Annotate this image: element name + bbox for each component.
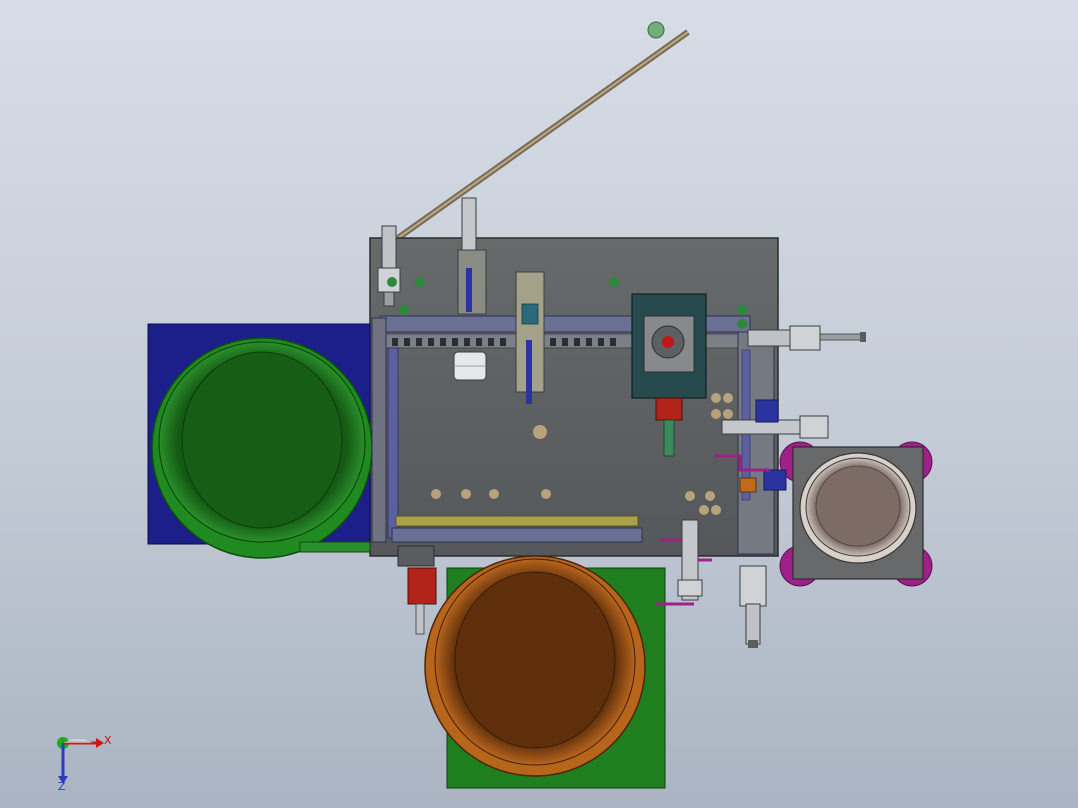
z-axis-label: Z xyxy=(58,780,66,793)
center-slide-block[interactable] xyxy=(515,271,545,404)
x-axis-label: X xyxy=(104,734,112,747)
inclined-feed-rod xyxy=(396,21,690,241)
bottom-left-red-unit[interactable] xyxy=(397,545,437,635)
cad-viewport[interactable]: X Z xyxy=(0,0,1078,808)
right-rail xyxy=(737,331,775,555)
coordinate-triad: X Z xyxy=(57,734,112,793)
right-blue-bracket xyxy=(755,399,779,423)
right-blue-bracket-2 xyxy=(763,469,787,491)
bottom-rail xyxy=(391,515,643,543)
bottom-vibratory-bowl[interactable] xyxy=(424,555,646,777)
bottom-right-cylinder[interactable] xyxy=(739,565,767,648)
rotary-index-unit[interactable] xyxy=(631,293,707,399)
round-housing xyxy=(453,351,487,381)
upper-slide-cylinder[interactable] xyxy=(457,197,487,315)
orange-stopper xyxy=(739,477,757,493)
left-rail xyxy=(371,317,399,543)
left-vibratory-bowl[interactable] xyxy=(151,337,373,559)
lower-middle-cylinder[interactable] xyxy=(677,519,703,601)
rod-end-cap xyxy=(647,21,665,39)
right-bowl-assembly[interactable] xyxy=(779,441,933,587)
right-upper-cylinder[interactable] xyxy=(747,325,866,351)
